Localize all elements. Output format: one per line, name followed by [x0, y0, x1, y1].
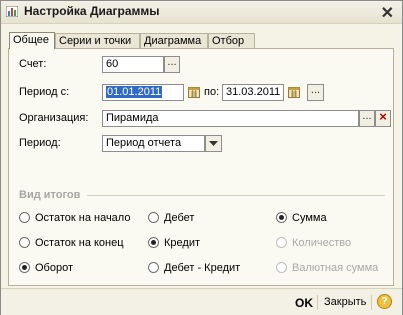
- radio-indicator: [276, 237, 287, 248]
- radio-label: Остаток на конец: [35, 237, 124, 249]
- close-icon[interactable]: ✕: [381, 3, 394, 23]
- period-select[interactable]: Период отчета: [102, 135, 205, 152]
- radio-label: Сумма: [292, 212, 327, 224]
- radio-label: Оборот: [35, 262, 74, 274]
- radio-indicator: [148, 237, 159, 248]
- radio-indicator: [276, 212, 287, 223]
- group-separator: [87, 195, 385, 196]
- period-from-value: 01.01.2011: [106, 86, 163, 98]
- period-label: Период:: [19, 137, 61, 149]
- period-dropdown-button[interactable]: [205, 135, 222, 152]
- tab-chart[interactable]: Диаграмма: [140, 33, 208, 48]
- footer-divider: [317, 295, 318, 310]
- totals-group-title: Вид итогов: [19, 189, 81, 201]
- tab-series-points[interactable]: Серии и точки: [55, 33, 140, 48]
- footer-divider: [371, 295, 372, 310]
- calendar-icon[interactable]: [188, 86, 200, 98]
- radio-indicator: [148, 212, 159, 223]
- period-to-field[interactable]: 31.03.2011: [222, 84, 284, 101]
- ok-button[interactable]: OK: [295, 296, 313, 310]
- period-from-field[interactable]: 01.01.2011: [102, 84, 184, 101]
- account-select-button[interactable]: ...: [164, 56, 180, 73]
- period-to-label: по:: [204, 86, 220, 98]
- radio-indicator: [19, 262, 30, 273]
- radio-label: Дебет - Кредит: [164, 262, 241, 274]
- dialog-footer: OK Закрыть ?: [1, 288, 402, 315]
- organization-label: Организация:: [19, 112, 89, 124]
- window-title: Настройка Диаграммы: [24, 4, 160, 18]
- period-from-label: Период с:: [19, 86, 70, 98]
- close-button[interactable]: Закрыть: [324, 296, 366, 308]
- chevron-down-icon: [209, 141, 218, 146]
- period-select-button[interactable]: ...: [307, 84, 324, 101]
- tab-general[interactable]: Общее: [9, 32, 55, 49]
- radio-label: Кредит: [164, 237, 201, 249]
- organization-select-button[interactable]: ...: [359, 110, 375, 127]
- radio-label: Количество: [292, 237, 352, 249]
- radio-indicator: [19, 237, 30, 248]
- calendar-icon[interactable]: [288, 86, 300, 98]
- account-label: Счет:: [19, 58, 47, 70]
- radio-label: Дебет: [164, 212, 195, 224]
- help-icon[interactable]: ?: [377, 294, 392, 309]
- general-panel: Счет: 60 ... Период с: 01.01.2011 по: 31…: [8, 48, 394, 286]
- radio-indicator: [276, 262, 287, 273]
- radio-indicator: [148, 262, 159, 273]
- organization-clear-button[interactable]: ×: [375, 110, 391, 127]
- account-field[interactable]: 60: [102, 56, 164, 73]
- tab-filter[interactable]: Отбор: [208, 33, 255, 48]
- radio-label: Валютная сумма: [292, 262, 379, 274]
- organization-field[interactable]: Пирамида: [102, 110, 359, 127]
- dialog-window: Настройка Диаграммы ✕ Общее Серии и точк…: [0, 0, 403, 315]
- radio-label: Остаток на начало: [35, 212, 131, 224]
- title-bar[interactable]: Настройка Диаграммы ✕: [1, 1, 402, 24]
- chart-icon: [6, 6, 18, 17]
- radio-indicator: [19, 212, 30, 223]
